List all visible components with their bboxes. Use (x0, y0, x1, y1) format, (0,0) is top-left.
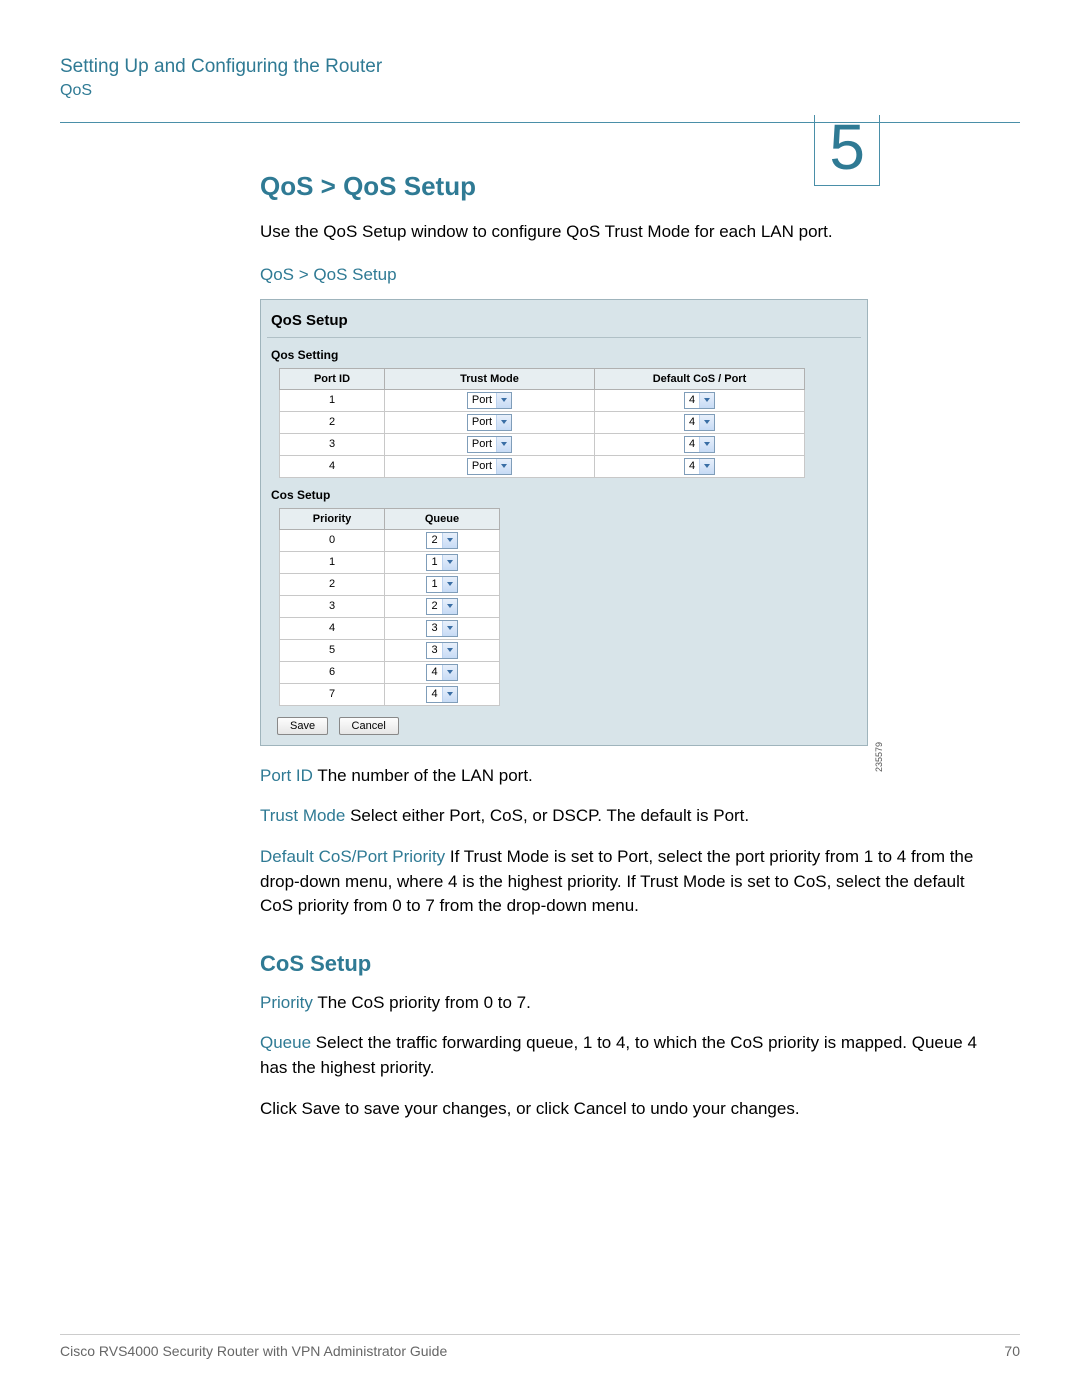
table-header-row: Priority Queue (280, 508, 500, 529)
screenshot-title: QoS Setup (267, 308, 861, 338)
table-row: 2 Port 4 (280, 411, 805, 433)
default-cos-term: Default CoS/Port Priority (260, 847, 445, 866)
chevron-down-icon (442, 643, 457, 658)
port-id-description: Port ID The number of the LAN port. (260, 764, 980, 789)
port-id-cell: 1 (280, 389, 385, 411)
port-id-cell: 2 (280, 411, 385, 433)
default-cos-description: Default CoS/Port Priority If Trust Mode … (260, 845, 980, 919)
table-row: 53 (280, 639, 500, 661)
priority-description: Priority The CoS priority from 0 to 7. (260, 991, 980, 1016)
queue-select[interactable]: 1 (426, 576, 457, 593)
chapter-number: 5 (829, 111, 865, 183)
table-row: 3 Port 4 (280, 433, 805, 455)
queue-select[interactable]: 4 (426, 686, 457, 703)
chevron-down-icon (442, 555, 457, 570)
chevron-down-icon (699, 393, 714, 408)
queue-select[interactable]: 1 (426, 554, 457, 571)
table-row: 21 (280, 573, 500, 595)
figure-caption: QoS > QoS Setup (260, 265, 1020, 285)
chapter-title: Setting Up and Configuring the Router (60, 56, 1020, 78)
queue-select[interactable]: 3 (426, 642, 457, 659)
qos-setup-screenshot: QoS Setup Qos Setting Port ID Trust Mode… (260, 299, 868, 746)
trust-mode-term: Trust Mode (260, 806, 345, 825)
table-row: 4 Port 4 (280, 455, 805, 477)
save-button[interactable]: Save (277, 717, 328, 735)
chevron-down-icon (699, 437, 714, 452)
port-id-cell: 3 (280, 433, 385, 455)
chevron-down-icon (496, 437, 511, 452)
table-row: 02 (280, 529, 500, 551)
priority-cell: 6 (280, 661, 385, 683)
chapter-number-box: 5 (814, 115, 880, 186)
port-id-term: Port ID (260, 766, 313, 785)
table-row: 64 (280, 661, 500, 683)
chevron-down-icon (442, 621, 457, 636)
col-default-cos: Default CoS / Port (595, 368, 805, 389)
priority-cell: 7 (280, 683, 385, 705)
intro-paragraph: Use the QoS Setup window to configure Qo… (260, 220, 980, 245)
chevron-down-icon (496, 393, 511, 408)
default-cos-select[interactable]: 4 (684, 458, 715, 475)
default-cos-select[interactable]: 4 (684, 414, 715, 431)
chevron-down-icon (699, 415, 714, 430)
default-cos-select[interactable]: 4 (684, 436, 715, 453)
cancel-button[interactable]: Cancel (339, 717, 399, 735)
page-number: 70 (1004, 1343, 1020, 1359)
table-row: 74 (280, 683, 500, 705)
trust-mode-select[interactable]: Port (467, 436, 512, 453)
image-id-label: 235579 (874, 742, 884, 772)
chevron-down-icon (442, 687, 457, 702)
trust-mode-select[interactable]: Port (467, 414, 512, 431)
trust-mode-description: Trust Mode Select either Port, CoS, or D… (260, 804, 980, 829)
queue-description: Queue Select the traffic forwarding queu… (260, 1031, 980, 1080)
table-row: 1 Port 4 (280, 389, 805, 411)
chevron-down-icon (496, 459, 511, 474)
queue-select[interactable]: 3 (426, 620, 457, 637)
priority-cell: 1 (280, 551, 385, 573)
chevron-down-icon (496, 415, 511, 430)
chevron-down-icon (699, 459, 714, 474)
table-row: 43 (280, 617, 500, 639)
port-id-cell: 4 (280, 455, 385, 477)
qos-setting-table: Port ID Trust Mode Default CoS / Port 1 … (279, 368, 805, 478)
priority-term: Priority (260, 993, 313, 1012)
qos-setting-label: Qos Setting (267, 338, 861, 368)
trust-mode-select[interactable]: Port (467, 458, 512, 475)
trust-mode-select[interactable]: Port (467, 392, 512, 409)
cos-setup-heading: CoS Setup (260, 951, 1020, 977)
cos-setup-table: Priority Queue 02 11 21 32 43 53 64 74 (279, 508, 500, 706)
col-priority: Priority (280, 508, 385, 529)
cos-setup-label: Cos Setup (267, 478, 861, 508)
col-trust-mode: Trust Mode (385, 368, 595, 389)
priority-cell: 5 (280, 639, 385, 661)
chevron-down-icon (442, 665, 457, 680)
table-row: 32 (280, 595, 500, 617)
col-queue: Queue (385, 508, 500, 529)
chevron-down-icon (442, 533, 457, 548)
save-note: Click Save to save your changes, or clic… (260, 1097, 980, 1122)
table-row: 11 (280, 551, 500, 573)
table-header-row: Port ID Trust Mode Default CoS / Port (280, 368, 805, 389)
queue-select[interactable]: 2 (426, 532, 457, 549)
priority-cell: 2 (280, 573, 385, 595)
section-name: QoS (60, 82, 1020, 100)
page-heading: QoS > QoS Setup (260, 171, 1020, 202)
default-cos-select[interactable]: 4 (684, 392, 715, 409)
chevron-down-icon (442, 599, 457, 614)
priority-cell: 0 (280, 529, 385, 551)
priority-cell: 3 (280, 595, 385, 617)
chevron-down-icon (442, 577, 457, 592)
queue-term: Queue (260, 1033, 311, 1052)
queue-select[interactable]: 4 (426, 664, 457, 681)
col-port-id: Port ID (280, 368, 385, 389)
queue-select[interactable]: 2 (426, 598, 457, 615)
page-footer: Cisco RVS4000 Security Router with VPN A… (60, 1334, 1020, 1359)
priority-cell: 4 (280, 617, 385, 639)
guide-name: Cisco RVS4000 Security Router with VPN A… (60, 1343, 447, 1359)
